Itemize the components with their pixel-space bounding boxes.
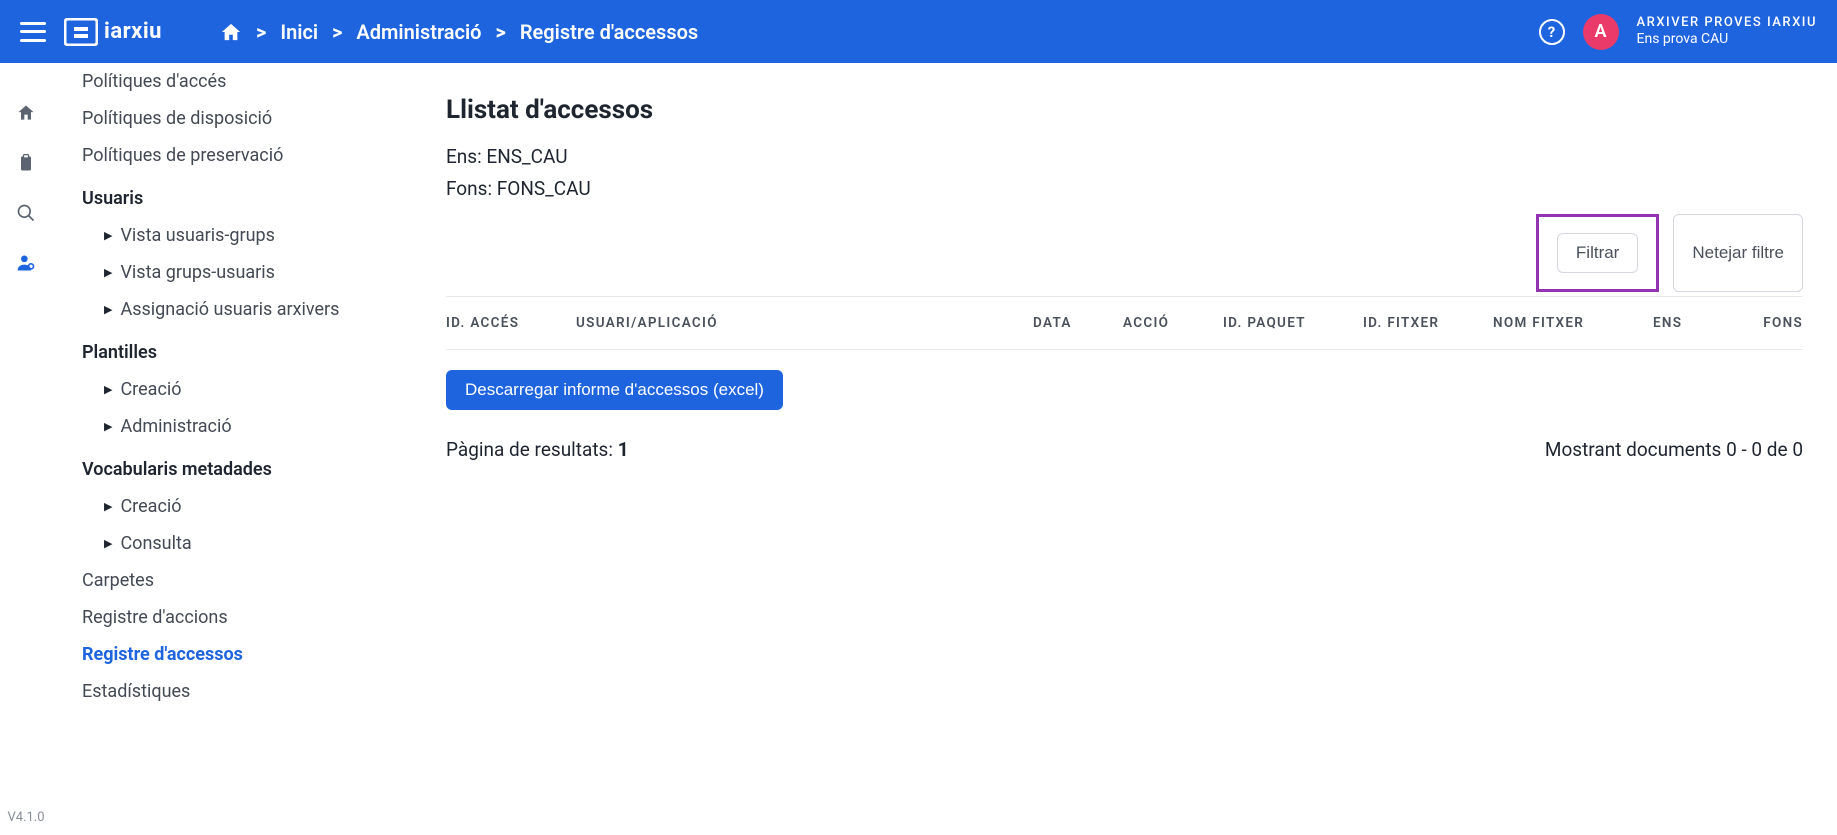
sidebar-item-pol-tiques-de-disposici[interactable]: Polítiques de disposició: [82, 100, 396, 137]
main-content: Llistat d'accessos Ens: ENS_CAU Fons: FO…: [412, 63, 1837, 835]
results-row: Pàgina de resultats: 1 Mostrant document…: [446, 430, 1803, 461]
sidebar-item-plantilles[interactable]: Plantilles: [82, 328, 396, 371]
sidebar-item-vista-grups-usuaris[interactable]: Vista grups-usuaris: [82, 254, 396, 291]
breadcrumb-separator: >: [332, 20, 342, 44]
breadcrumb-separator: >: [256, 20, 266, 44]
sidebar-item-registre-d-accessos[interactable]: Registre d'accessos: [82, 636, 396, 673]
topbar: iarxiu > Inici > Administració > Registr…: [0, 0, 1837, 63]
sidebar-item-consulta[interactable]: Consulta: [82, 525, 396, 562]
user-entity: Ens prova CAU: [1637, 31, 1817, 48]
col-data[interactable]: DATA: [1033, 315, 1113, 331]
col-id-acces[interactable]: ID. ACCÉS: [446, 315, 566, 331]
ens-line: Ens: ENS_CAU: [446, 141, 1803, 173]
help-icon[interactable]: ?: [1539, 19, 1565, 45]
sidebar-item-assignaci-usuaris-arxivers[interactable]: Assignació usuaris arxivers: [82, 291, 396, 328]
sidebar-item-usuaris[interactable]: Usuaris: [82, 174, 396, 217]
table-header: ID. ACCÉS USUARI/APLICACIÓ DATA ACCIÓ ID…: [446, 296, 1803, 350]
sidebar-item-estad-stiques[interactable]: Estadístiques: [82, 673, 396, 710]
col-id-paquet[interactable]: ID. PAQUET: [1223, 315, 1353, 331]
sidebar-item-creaci[interactable]: Creació: [82, 371, 396, 408]
version-label: V4.1.0: [7, 810, 44, 825]
iconbar: V4.1.0: [0, 63, 52, 835]
home-icon[interactable]: [220, 22, 242, 42]
avatar[interactable]: A: [1583, 14, 1619, 50]
sidebar-item-vista-usuaris-grups[interactable]: Vista usuaris-grups: [82, 217, 396, 254]
breadcrumb-item-inici[interactable]: Inici: [280, 20, 318, 44]
home-nav-icon[interactable]: [16, 103, 36, 123]
brand-name: iarxiu: [104, 19, 162, 44]
filter-highlight: Filtrar: [1536, 214, 1659, 292]
menu-toggle-button[interactable]: [20, 22, 46, 42]
sidebar-item-pol-tiques-de-preservaci[interactable]: Polítiques de preservació: [82, 137, 396, 174]
admin-nav-icon[interactable]: [16, 253, 36, 273]
sidebar-item-carpetes[interactable]: Carpetes: [82, 562, 396, 599]
col-id-fitxer[interactable]: ID. FITXER: [1363, 315, 1483, 331]
brand[interactable]: iarxiu: [64, 18, 162, 46]
sidebar: Polítiques d'accésPolítiques de disposic…: [52, 63, 412, 835]
col-fons[interactable]: FONS: [1733, 315, 1803, 331]
page-title: Llistat d'accessos: [446, 95, 1803, 125]
clipboard-nav-icon[interactable]: [16, 153, 36, 173]
sidebar-item-vocabularis-metadades[interactable]: Vocabularis metadades: [82, 445, 396, 488]
clear-filter-button[interactable]: Netejar filtre: [1673, 214, 1803, 292]
user-block[interactable]: ARXIVER PROVES IARXIU Ens prova CAU: [1637, 15, 1817, 47]
col-accio[interactable]: ACCIÓ: [1123, 315, 1213, 331]
sidebar-item-creaci[interactable]: Creació: [82, 488, 396, 525]
breadcrumb-item-registre[interactable]: Registre d'accessos: [520, 20, 698, 44]
breadcrumb: > Inici > Administració > Registre d'acc…: [220, 20, 698, 44]
fons-line: Fons: FONS_CAU: [446, 173, 1803, 205]
results-showing: Mostrant documents 0 - 0 de 0: [1545, 438, 1803, 461]
search-nav-icon[interactable]: [16, 203, 36, 223]
col-ens[interactable]: ENS: [1653, 315, 1723, 331]
col-nom-fitxer[interactable]: NOM FITXER: [1493, 315, 1643, 331]
col-usuari[interactable]: USUARI/APLICACIÓ: [576, 315, 1023, 331]
breadcrumb-item-administracio[interactable]: Administració: [356, 20, 481, 44]
user-name: ARXIVER PROVES IARXIU: [1637, 15, 1817, 31]
sidebar-item-administraci[interactable]: Administració: [82, 408, 396, 445]
avatar-initial: A: [1595, 21, 1607, 42]
filter-row: Filtrar Netejar filtre: [446, 214, 1803, 292]
brand-logo-icon: [64, 18, 98, 46]
breadcrumb-separator: >: [496, 20, 506, 44]
download-report-button[interactable]: Descarregar informe d'accessos (excel): [446, 370, 783, 410]
sidebar-item-registre-d-accions[interactable]: Registre d'accions: [82, 599, 396, 636]
filter-button[interactable]: Filtrar: [1557, 233, 1638, 273]
results-page: Pàgina de resultats: 1: [446, 438, 629, 461]
sidebar-item-pol-tiques-d-acc-s[interactable]: Polítiques d'accés: [82, 63, 396, 100]
